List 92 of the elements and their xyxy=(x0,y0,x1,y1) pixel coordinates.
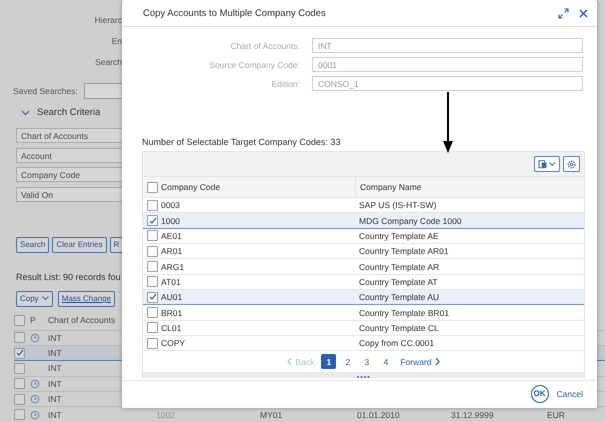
table-cell-text: INT xyxy=(47,348,62,358)
checkbox[interactable] xyxy=(147,307,158,318)
close-icon[interactable] xyxy=(579,8,588,18)
table-cell-text: 01.01.2010 xyxy=(356,410,400,420)
table-cell: Country Template AR01 xyxy=(359,246,449,256)
caret-icon xyxy=(42,296,49,301)
mass-change-link[interactable]: Mass Change xyxy=(58,290,116,306)
table-cell: AT01 xyxy=(161,276,181,287)
table-cell: 1000 xyxy=(161,216,180,226)
table-cell: Country Template CL xyxy=(359,322,439,333)
table-cell: AR01 xyxy=(161,246,182,256)
settings-icon xyxy=(567,160,576,168)
table-row[interactable]: AU01 Country Template AU xyxy=(143,290,584,306)
cancel-button[interactable]: Cancel xyxy=(554,388,585,398)
dialog-title: Copy Accounts to Multiple Company Codes xyxy=(143,8,327,18)
result-count: Result List: 90 records fou xyxy=(16,272,121,282)
grip-icon xyxy=(356,376,370,378)
table-cell-text: INT xyxy=(47,363,62,374)
table-cell: COPY xyxy=(161,338,186,348)
table-cell: BR01 xyxy=(161,308,182,318)
checkbox[interactable] xyxy=(14,314,25,326)
table-cell: Country Template AR xyxy=(359,262,440,272)
page-button[interactable]: 2 xyxy=(340,354,356,370)
table-cell-text: MY01 xyxy=(259,410,282,420)
chevron-right-icon xyxy=(434,357,440,366)
ok-button[interactable]: OK xyxy=(530,384,549,402)
checkbox[interactable] xyxy=(147,215,158,226)
table-cell-text: 1002 xyxy=(155,410,175,420)
checkbox[interactable] xyxy=(147,182,158,192)
checkbox[interactable] xyxy=(147,200,158,211)
column-header: Chart of Accounts xyxy=(47,315,116,325)
table-cell: Country Template AE xyxy=(359,230,439,241)
column-header: P xyxy=(29,315,37,325)
table-cell-text: EUR xyxy=(546,410,565,420)
copy-menu-button[interactable]: Copy xyxy=(16,290,53,306)
checkbox[interactable] xyxy=(14,348,25,359)
table-cell: AU01 xyxy=(161,292,182,302)
checkbox[interactable] xyxy=(147,322,158,334)
field-label: Edition: xyxy=(270,78,300,88)
table-cell-text: INT xyxy=(47,410,62,420)
checkbox[interactable] xyxy=(147,338,158,349)
chevron-icon[interactable] xyxy=(21,110,30,116)
table-cell: Country Template BR01 xyxy=(359,308,450,318)
table-cell: AE01 xyxy=(161,230,182,241)
field-label: En xyxy=(112,36,122,47)
button[interactable]: Search xyxy=(16,236,50,252)
table-cell: 0003 xyxy=(161,200,180,210)
page-button[interactable]: 4 xyxy=(378,354,394,370)
table-cell: CL01 xyxy=(161,322,182,333)
page-button[interactable]: 3 xyxy=(359,354,374,370)
settings-button[interactable] xyxy=(563,156,580,172)
button[interactable]: R xyxy=(110,236,124,252)
checkbox[interactable] xyxy=(14,362,25,374)
column-header: Company Code xyxy=(161,182,220,192)
forward-button[interactable]: Forward xyxy=(397,356,443,367)
table-cell: MDG Company Code 1000 xyxy=(359,216,462,226)
table-cell: Country Template AU xyxy=(359,292,440,302)
table-cell: ARG1 xyxy=(161,262,184,272)
checkbox[interactable] xyxy=(147,292,158,303)
table-cell-text: INT xyxy=(47,332,62,343)
caret-icon xyxy=(549,162,556,166)
section-title: Search Criteria xyxy=(37,107,100,118)
table-cell-text: INT xyxy=(47,378,62,389)
table-cell-text: INT xyxy=(47,394,62,404)
checkbox[interactable] xyxy=(147,261,158,272)
chevron-left-icon xyxy=(287,357,292,366)
field-label: Saved Searches: xyxy=(13,86,78,96)
copy-menu-button[interactable] xyxy=(534,156,560,172)
record-count: Number of Selectable Target Company Codes: 33 xyxy=(142,136,342,149)
field-label: Source Company Code: xyxy=(208,60,300,70)
column-header: Company Name xyxy=(355,176,422,198)
table-cell: Country Template AT xyxy=(359,276,438,287)
field-label: Chart of Accounts: xyxy=(230,40,300,50)
page-button[interactable]: 1 xyxy=(321,354,336,370)
checkbox[interactable] xyxy=(147,246,158,257)
button[interactable]: Clear Entries xyxy=(52,236,107,252)
checkbox[interactable] xyxy=(14,332,25,344)
expand-icon[interactable] xyxy=(558,8,569,18)
resize-handle[interactable] xyxy=(143,372,584,378)
field-label: Search xyxy=(95,57,122,68)
arrow-annotation xyxy=(443,92,453,154)
checkbox[interactable] xyxy=(14,394,25,405)
field-label: Hierarc xyxy=(94,15,122,26)
table-cell-text: 31.12.9999 xyxy=(450,410,494,420)
table-cell: SAP US (IS-HT-SW) xyxy=(359,200,436,210)
checkbox[interactable] xyxy=(14,409,25,420)
table-cell: Copy from CC.0001 xyxy=(359,338,434,348)
table-row[interactable]: 1000 MDG Company Code 1000 xyxy=(143,213,584,229)
checkbox[interactable] xyxy=(147,230,158,242)
checkbox[interactable] xyxy=(147,276,158,288)
checkbox[interactable] xyxy=(14,378,25,390)
clipboard-icon xyxy=(538,159,548,169)
